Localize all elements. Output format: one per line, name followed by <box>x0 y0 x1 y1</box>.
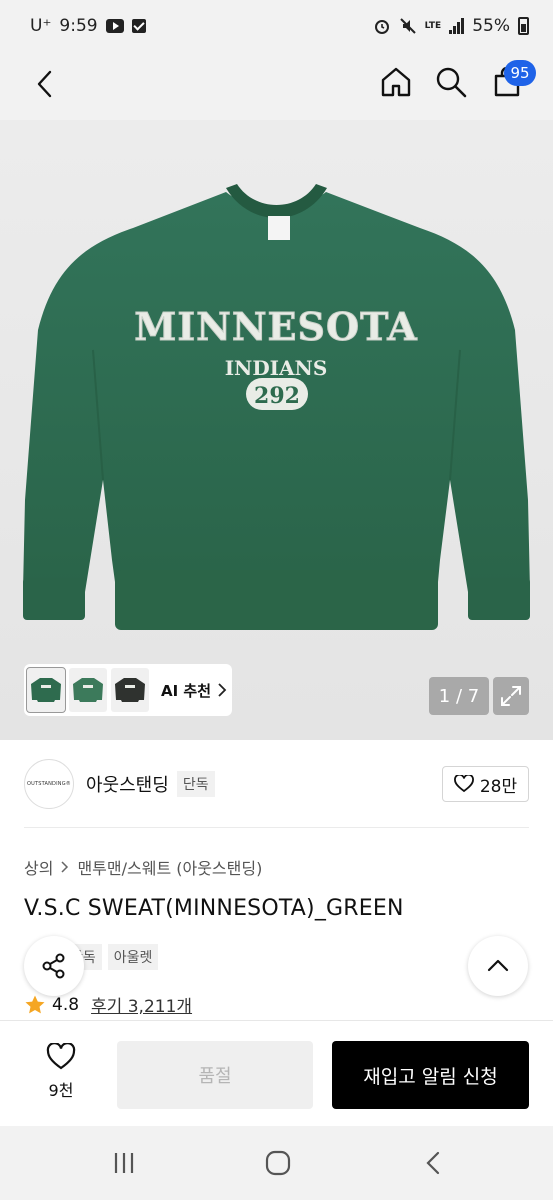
brand-row: OUTSTANDING® 아웃스탠딩 단독 28만 <box>24 754 529 814</box>
restock-alert-button[interactable]: 재입고 알림 신청 <box>332 1041 529 1109</box>
brand-like-count: 28만 <box>479 776 518 797</box>
checkbox-notification-icon <box>131 19 146 33</box>
home-circle-icon <box>265 1150 291 1176</box>
network-type: LTE <box>424 20 442 31</box>
carrier-label: U⁺ <box>30 16 52 36</box>
back-nav-button[interactable] <box>416 1148 452 1178</box>
sweatshirt-thumbnail-icon <box>115 678 145 702</box>
home-button[interactable] <box>376 62 416 102</box>
brand-exclusive-tag: 단독 <box>176 771 215 797</box>
rating-value: 4.8 <box>52 994 80 1015</box>
scroll-to-top-button[interactable] <box>468 936 528 996</box>
search-icon <box>436 67 467 98</box>
breadcrumb-item-subcategory[interactable]: 맨투맨/스웨트 (아웃스탠딩) <box>77 855 262 879</box>
brand-logo-text: OUTSTANDING® <box>27 781 71 787</box>
mute-icon <box>399 18 416 34</box>
wishlist-button[interactable]: 9천 <box>34 1043 88 1101</box>
home-icon <box>381 67 411 97</box>
battery-percent: 55% <box>472 16 510 36</box>
back-button[interactable] <box>28 66 64 102</box>
app-header: 95 <box>0 52 553 120</box>
product-image: MINNESOTA INDIANS 292 <box>23 184 530 630</box>
heart-icon <box>46 1043 76 1070</box>
ai-recommend-link[interactable]: AI 추천 <box>161 680 227 701</box>
thumbnail-item[interactable] <box>111 668 149 712</box>
divider <box>24 827 529 828</box>
status-bar: U⁺ 9:59 LTE 55% <box>0 0 553 52</box>
product-tag: 아울렛 <box>107 944 159 970</box>
back-chevron-icon <box>426 1151 440 1175</box>
brand-name[interactable]: 아웃스탠딩 <box>86 771 169 797</box>
shirt-print-line1: MINNESOTA <box>134 304 418 349</box>
shirt-print-number: 292 <box>254 383 300 409</box>
home-nav-button[interactable] <box>260 1148 296 1178</box>
cart-count-badge: 95 <box>504 60 536 86</box>
product-title: V.S.C SWEAT(MINNESOTA)_GREEN <box>24 896 404 921</box>
purchase-action-bar: 9천 품절 재입고 알림 신청 <box>0 1020 553 1126</box>
share-button[interactable] <box>24 936 84 996</box>
ai-recommend-label: AI 추천 <box>161 681 212 700</box>
recent-apps-button[interactable] <box>106 1148 142 1178</box>
alarm-icon <box>374 20 389 34</box>
breadcrumb-item-category[interactable]: 상의 <box>24 855 53 879</box>
soldout-button[interactable]: 품절 <box>117 1041 313 1109</box>
product-image-gallery[interactable]: MINNESOTA INDIANS 292 AI 추천 1 / 7 <box>0 120 553 740</box>
search-button[interactable] <box>431 62 471 102</box>
image-counter: 1 / 7 <box>429 677 489 715</box>
recent-apps-icon <box>114 1153 134 1173</box>
expand-icon <box>501 686 521 706</box>
battery-icon <box>518 17 529 35</box>
youtube-icon <box>105 19 124 33</box>
sweatshirt-thumbnail-icon <box>73 678 103 702</box>
thumbnail-item[interactable] <box>26 667 66 713</box>
sweatshirt-thumbnail-icon <box>31 678 61 702</box>
chevron-right-icon <box>218 683 227 697</box>
brand-logo[interactable]: OUTSTANDING® <box>24 759 74 809</box>
share-icon <box>42 953 65 979</box>
star-icon <box>25 995 45 1013</box>
ai-recommend-strip[interactable]: AI 추천 <box>24 664 232 716</box>
signal-icon <box>449 18 465 34</box>
clock: 9:59 <box>59 16 98 36</box>
expand-image-button[interactable] <box>493 677 529 715</box>
breadcrumb: 상의 맨투맨/스웨트 (아웃스탠딩) <box>24 855 262 879</box>
chevron-left-icon <box>37 70 52 98</box>
wishlist-count: 9천 <box>48 1081 74 1100</box>
brand-like-button[interactable]: 28만 <box>442 766 529 802</box>
thumbnail-item[interactable] <box>69 668 107 712</box>
shirt-print-line2: INDIANS <box>225 356 328 380</box>
system-nav-bar <box>0 1126 553 1200</box>
review-count-link[interactable]: 후기 3,211개 <box>91 992 192 1017</box>
chevron-right-icon <box>61 861 69 873</box>
chevron-up-icon <box>487 959 509 972</box>
heart-icon <box>453 775 474 793</box>
